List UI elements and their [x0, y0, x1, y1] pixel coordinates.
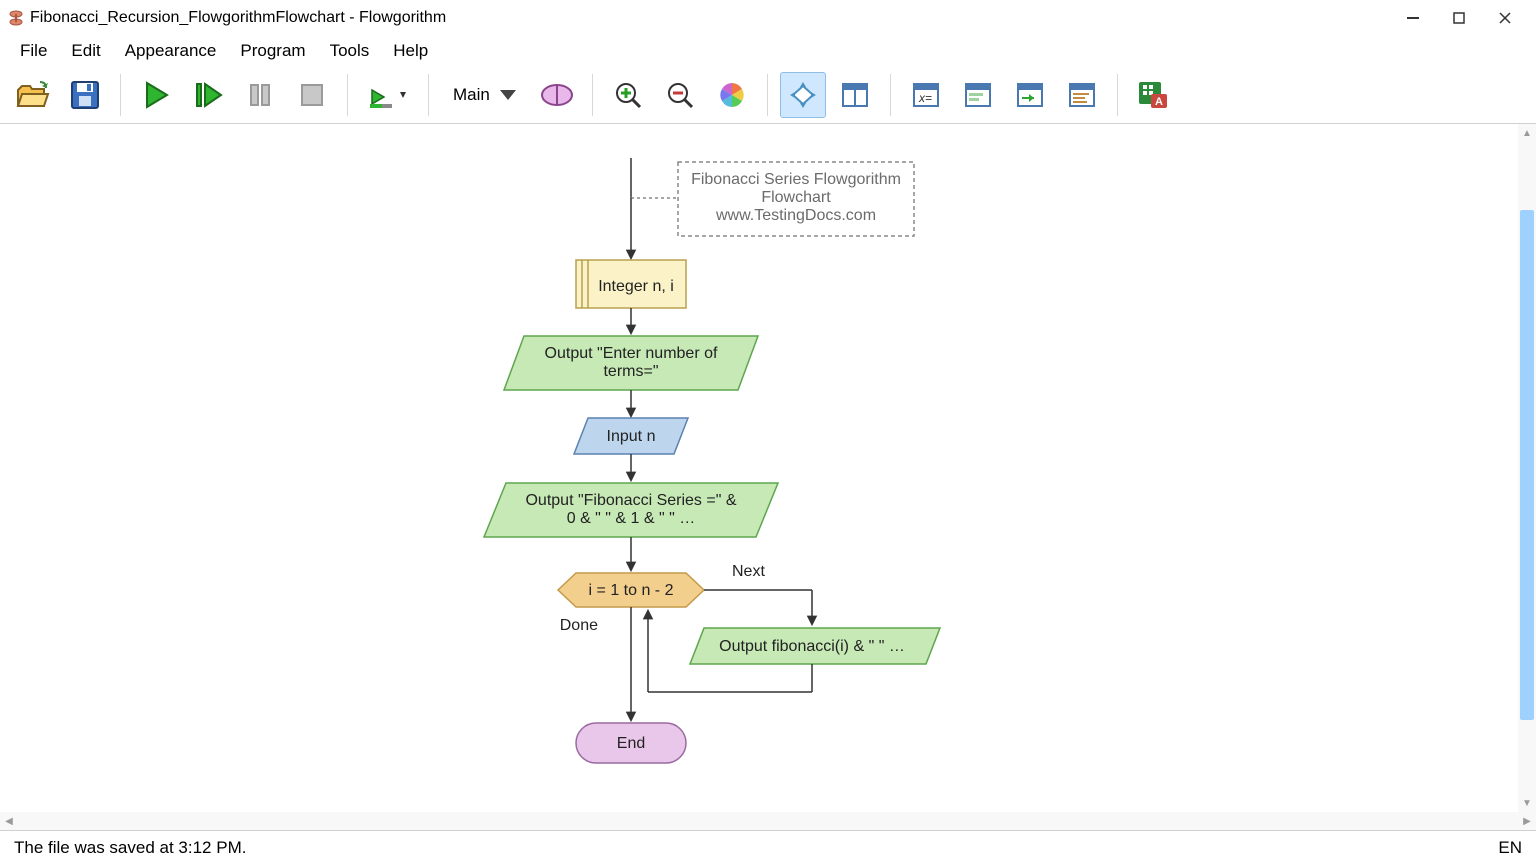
status-message: The file was saved at 3:12 PM. — [14, 838, 246, 858]
for-next-label: Next — [732, 563, 765, 580]
toolbar: Main — [0, 66, 1536, 124]
minimize-button[interactable] — [1390, 2, 1436, 34]
menu-appearance[interactable]: Appearance — [113, 37, 229, 65]
toolbar-separator-6 — [890, 74, 891, 116]
scroll-down-arrow-icon[interactable]: ▼ — [1518, 794, 1536, 812]
end-text: End — [617, 735, 645, 752]
output3-text: Output fibonacci(i) & " " … — [719, 638, 905, 655]
pause-button[interactable] — [237, 72, 283, 118]
step-button[interactable] — [185, 72, 231, 118]
flowchart-canvas[interactable]: Fibonacci Series Flowgorithm Flowchart w… — [0, 124, 1518, 812]
comment-text-3: www.TestingDocs.com — [715, 207, 876, 224]
variable-watch-button[interactable]: x= — [903, 72, 949, 118]
function-selector[interactable]: Main — [441, 85, 528, 105]
status-bar: The file was saved at 3:12 PM. EN — [0, 830, 1536, 864]
close-button[interactable] — [1482, 2, 1528, 34]
scroll-up-arrow-icon[interactable]: ▲ — [1518, 124, 1536, 142]
save-button[interactable] — [62, 72, 108, 118]
output1-text-l2: terms=" — [603, 363, 658, 380]
vertical-scroll-track[interactable] — [1518, 142, 1536, 794]
svg-text:x=: x= — [918, 91, 932, 105]
status-language: EN — [1498, 838, 1522, 858]
window-title: Fibonacci_Recursion_FlowgorithmFlowchart… — [30, 9, 1390, 27]
zoom-in-button[interactable] — [605, 72, 651, 118]
chevron-down-icon — [500, 90, 516, 100]
for-done-label: Done — [560, 617, 598, 634]
horizontal-scrollbar[interactable]: ◀ ▶ — [0, 812, 1536, 830]
scroll-right-arrow-icon[interactable]: ▶ — [1518, 812, 1536, 830]
zoom-out-button[interactable] — [657, 72, 703, 118]
comment-text-2: Flowchart — [761, 189, 831, 206]
turtle-button[interactable] — [1007, 72, 1053, 118]
menu-program[interactable]: Program — [228, 37, 317, 65]
workspace: Fibonacci Series Flowgorithm Flowchart w… — [0, 124, 1536, 812]
title-bar: Fibonacci_Recursion_FlowgorithmFlowchart… — [0, 0, 1536, 36]
declare-text: Integer n, i — [598, 278, 674, 295]
app-icon — [8, 10, 24, 26]
horizontal-scroll-track[interactable] — [18, 812, 1518, 830]
open-button[interactable] — [10, 72, 56, 118]
menu-file[interactable]: File — [8, 37, 59, 65]
speed-button[interactable] — [360, 72, 416, 118]
menu-bar: File Edit Appearance Program Tools Help — [0, 36, 1536, 66]
menu-help[interactable]: Help — [381, 37, 440, 65]
export-button[interactable]: A — [1130, 72, 1176, 118]
app-window: Fibonacci_Recursion_FlowgorithmFlowchart… — [0, 0, 1536, 864]
function-name: Main — [453, 85, 490, 105]
menu-tools[interactable]: Tools — [318, 37, 382, 65]
menu-edit[interactable]: Edit — [59, 37, 112, 65]
toolbar-separator — [120, 74, 121, 116]
toolbar-separator-7 — [1117, 74, 1118, 116]
toolbar-separator-5 — [767, 74, 768, 116]
color-scheme-button[interactable] — [709, 72, 755, 118]
console-button[interactable] — [955, 72, 1001, 118]
layout-windowed-button[interactable] — [832, 72, 878, 118]
svg-text:A: A — [1155, 96, 1163, 108]
toolbar-separator-3 — [428, 74, 429, 116]
layout-flowchart-button[interactable] — [780, 72, 826, 118]
comment-text-1: Fibonacci Series Flowgorithm — [691, 171, 901, 188]
add-function-button[interactable] — [534, 72, 580, 118]
scroll-left-arrow-icon[interactable]: ◀ — [0, 812, 18, 830]
output1-text-l1: Output "Enter number of — [545, 345, 718, 362]
input-text: Input n — [607, 428, 656, 445]
output2-text-l2: 0 & " " & 1 & " " … — [567, 510, 696, 527]
toolbar-separator-2 — [347, 74, 348, 116]
stop-button[interactable] — [289, 72, 335, 118]
run-button[interactable] — [133, 72, 179, 118]
for-text: i = 1 to n - 2 — [589, 582, 674, 599]
vertical-scrollbar[interactable]: ▲ ▼ — [1518, 124, 1536, 812]
source-code-viewer-button[interactable] — [1059, 72, 1105, 118]
toolbar-separator-4 — [592, 74, 593, 116]
vertical-scroll-thumb[interactable] — [1520, 210, 1534, 720]
maximize-button[interactable] — [1436, 2, 1482, 34]
output2-text-l1: Output "Fibonacci Series =" & — [525, 492, 736, 509]
